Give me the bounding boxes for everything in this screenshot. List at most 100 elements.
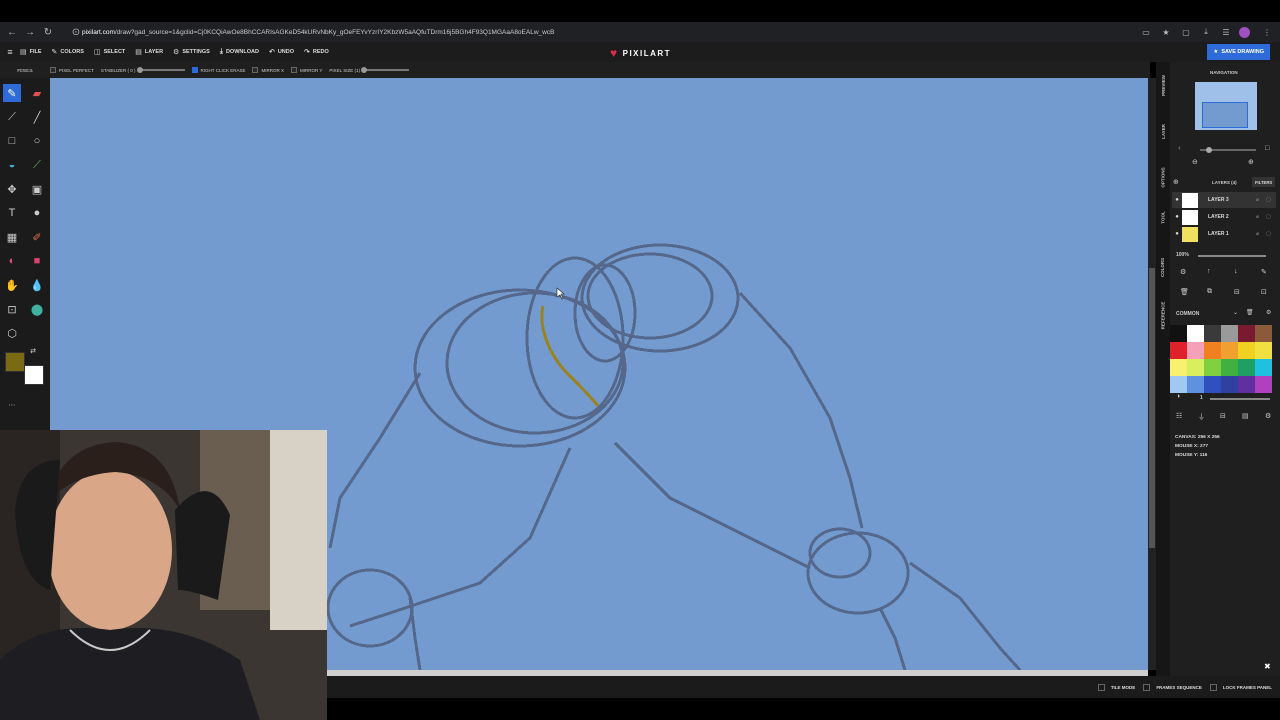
right-click-erase-checkbox[interactable]	[191, 67, 198, 73]
merge-layer-icon[interactable]: ⊟	[1234, 288, 1240, 296]
back-icon[interactable]: ←	[6, 27, 18, 38]
palette-swatch[interactable]	[1255, 359, 1272, 376]
eraser-tool-icon[interactable]: ▰	[28, 84, 46, 102]
duplicate-layer-icon[interactable]: ⧉	[1207, 288, 1212, 296]
forward-icon[interactable]: →	[24, 27, 36, 38]
menu-layer[interactable]: ▤ LAYER	[135, 48, 163, 56]
primary-color-swatch[interactable]	[5, 352, 25, 372]
gradient-tool-icon[interactable]: ⬤	[28, 300, 46, 318]
tab-tool[interactable]: TOOL	[1156, 202, 1170, 232]
profile-avatar[interactable]	[1239, 26, 1250, 38]
grid-icon[interactable]: ☷	[1176, 412, 1182, 420]
text-tool-icon[interactable]: T	[3, 204, 21, 222]
pixel-size-knob[interactable]	[360, 67, 367, 73]
palette-swatch[interactable]	[1255, 325, 1272, 342]
symmetry-icon[interactable]: ⏚	[1198, 412, 1205, 422]
layer-options-icon[interactable]: ▢	[1266, 197, 1276, 203]
menu-select[interactable]: ◫ SELECT	[94, 48, 125, 56]
zoom-in-icon[interactable]: ⊕	[1248, 158, 1254, 166]
add-layer-icon[interactable]: ⊕	[1173, 178, 1179, 186]
stabilizer-slider[interactable]	[136, 67, 185, 73]
palette-swatch[interactable]	[1170, 325, 1187, 342]
navigation-viewport-frame[interactable]	[1202, 102, 1248, 128]
site-info-icon[interactable]: ⊙	[70, 27, 82, 38]
visibility-eye-icon[interactable]: ●	[1172, 197, 1182, 203]
brush-size-slider[interactable]	[1210, 398, 1270, 400]
swap-colors-icon[interactable]: ⇄	[28, 346, 38, 356]
flatten-layer-icon[interactable]: ⊡	[1261, 288, 1267, 296]
canvas-vertical-scrollbar[interactable]	[1148, 78, 1156, 670]
ellipse-tool-icon[interactable]: ○	[28, 132, 46, 150]
download-tray-icon[interactable]: ⤓	[1199, 27, 1213, 37]
palette-swatch[interactable]	[1204, 359, 1221, 376]
menu-file[interactable]: ▤ FILE	[20, 48, 42, 56]
palette-swatch[interactable]	[1187, 342, 1204, 359]
palette-settings-icon[interactable]: ⚙	[1266, 309, 1271, 316]
tile-mode-option[interactable]: TILE MODE	[1097, 683, 1135, 691]
layer-row-1[interactable]: ● LAYER 1 ⌀ ▢	[1172, 226, 1276, 242]
palette-swatch[interactable]	[1255, 376, 1272, 393]
tab-reference[interactable]: REFERENCE	[1156, 300, 1170, 330]
palette-swatch[interactable]	[1204, 342, 1221, 359]
navigation-preview[interactable]	[1195, 82, 1257, 130]
hamburger-menu-icon[interactable]: ≡	[0, 47, 20, 57]
menu-colors[interactable]: ✎ COLORS	[52, 48, 84, 56]
zoom-out-icon[interactable]: ⊖	[1192, 158, 1198, 166]
visibility-eye-icon[interactable]: ●	[1172, 231, 1182, 237]
palette-swatch[interactable]	[1170, 359, 1187, 376]
crop-tool-icon[interactable]: ⊡	[3, 300, 21, 318]
move-tool-icon[interactable]: ✥	[3, 180, 21, 198]
layer-opacity-slider[interactable]	[1198, 255, 1266, 257]
palette-delete-icon[interactable]: 🗑	[1246, 309, 1254, 316]
pixel-perfect-option[interactable]: PIXEL PERFECT	[50, 67, 94, 73]
zoom-knob[interactable]	[1206, 147, 1212, 153]
save-drawing-button[interactable]: ★ SAVE DRAWING	[1207, 44, 1270, 60]
tab-preview[interactable]: PREVIEW	[1156, 70, 1170, 100]
extensions-icon[interactable]: ▢	[1179, 28, 1193, 37]
palette-dropdown-icon[interactable]: ⌄	[1233, 309, 1238, 316]
pixel-size-slider[interactable]	[360, 67, 409, 73]
fit-screen-icon[interactable]: □	[1265, 145, 1269, 152]
filters-button[interactable]: FILTERS	[1252, 177, 1276, 187]
secondary-color-swatch[interactable]	[24, 365, 44, 385]
menu-settings[interactable]: ⚙ SETTINGS	[173, 48, 210, 56]
translate-icon[interactable]: ☰	[1219, 28, 1233, 37]
dither-tool-icon[interactable]: ●	[28, 204, 46, 222]
select-tool-icon[interactable]: ▣	[28, 180, 46, 198]
palette-swatch[interactable]	[1238, 359, 1255, 376]
close-panel-icon[interactable]: ✖	[1264, 662, 1271, 671]
mirror-y-option[interactable]: MIRROR Y	[290, 67, 322, 73]
move-layer-down-icon[interactable]: ↓	[1234, 268, 1238, 275]
frames-sequence-checkbox[interactable]	[1143, 683, 1151, 691]
pencil-tool-icon[interactable]: ✎	[3, 84, 21, 102]
layer-options-icon[interactable]: ▢	[1266, 214, 1276, 220]
menu-undo[interactable]: ↶ UNDO	[269, 48, 294, 56]
palette-swatch[interactable]	[1221, 342, 1238, 359]
panel-settings-icon[interactable]: ⚙	[1265, 412, 1271, 420]
palette-swatch[interactable]	[1238, 325, 1255, 342]
visibility-eye-icon[interactable]: ●	[1172, 214, 1182, 220]
more-tools-icon[interactable]: ⋯	[3, 396, 21, 414]
move-layer-up-icon[interactable]: ↑	[1207, 268, 1211, 275]
tab-options[interactable]: OPTIONS	[1156, 162, 1170, 192]
right-click-erase-option[interactable]: RIGHT CLICK ERASE	[191, 67, 245, 73]
reload-icon[interactable]: ↻	[42, 27, 54, 38]
layer-lock-icon[interactable]: ⌀	[1256, 197, 1266, 203]
palette-swatch[interactable]	[1221, 359, 1238, 376]
color-wheel-icon[interactable]: ◑	[1176, 393, 1180, 400]
palette-swatch[interactable]	[1221, 376, 1238, 393]
vertical-scroll-thumb[interactable]	[1149, 268, 1155, 548]
brush-tool-icon[interactable]: ⟋	[3, 108, 21, 126]
stabilizer-knob[interactable]	[136, 67, 143, 73]
tab-layer[interactable]: LAYER	[1156, 116, 1170, 146]
lock-frames-panel-checkbox[interactable]	[1209, 683, 1217, 691]
frames-sequence-option[interactable]: FRAMES SEQUENCE	[1143, 683, 1202, 691]
menu-download[interactable]: ⤓ DOWNLOAD	[220, 48, 259, 56]
lock-frames-panel-option[interactable]: LOCK FRAMES PANEL	[1209, 683, 1272, 691]
color-swap-icon[interactable]: ■	[28, 252, 46, 270]
rectangle-tool-icon[interactable]: □	[3, 132, 21, 150]
palette-swatch[interactable]	[1204, 376, 1221, 393]
color-replace-icon[interactable]: ◐	[3, 252, 21, 270]
pixilart-logo[interactable]: ♥ PIXILART	[610, 46, 671, 60]
address-bar[interactable]: ⊙ pixilart.com/draw?gad_source=1&gclid=C…	[64, 24, 1139, 40]
